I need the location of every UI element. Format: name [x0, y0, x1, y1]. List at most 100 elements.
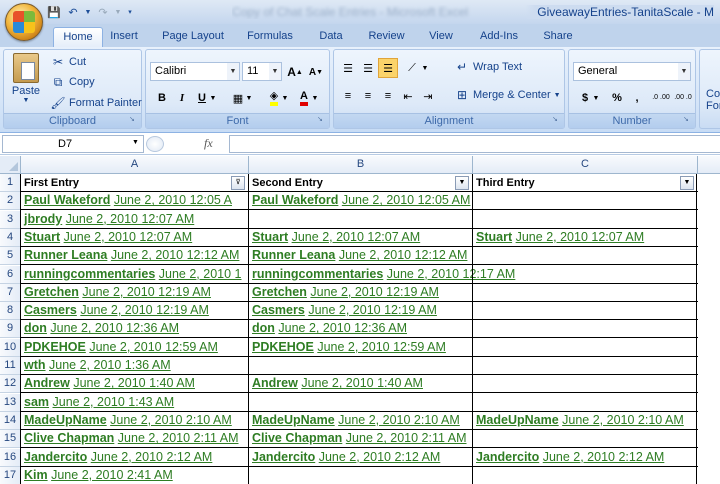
filter-dropdown-c-icon[interactable]: ▼ — [680, 176, 694, 190]
entry-name[interactable]: Andrew — [24, 376, 70, 390]
entry-name[interactable]: PDKEHOE — [252, 340, 314, 354]
number-dialog-launcher-icon[interactable]: ↘ — [683, 116, 692, 125]
entry-date[interactable]: June 2, 2010 12:19 AM — [82, 285, 211, 299]
entry-name[interactable]: Casmers — [24, 303, 77, 317]
entry-cell[interactable]: runningcommentaries June 2, 2010 1 — [21, 266, 241, 284]
entry-name[interactable]: don — [24, 321, 47, 335]
row-header-9[interactable]: 9 — [0, 320, 21, 339]
font-size-combo[interactable]: 11 ▼ — [242, 62, 282, 81]
increase-decimal-button[interactable]: .0 .00 — [651, 88, 671, 108]
entry-date[interactable]: June 2, 2010 12:05 A — [114, 193, 232, 207]
entry-name[interactable]: Stuart — [476, 230, 512, 244]
entry-cell[interactable]: Stuart June 2, 2010 12:07 AM — [473, 229, 644, 247]
font-name-combo[interactable]: Calibri ▼ — [150, 62, 240, 81]
entry-cell[interactable]: jbrody June 2, 2010 12:07 AM — [21, 211, 194, 229]
currency-dropdown-icon[interactable]: ▼ — [591, 88, 601, 108]
entry-date[interactable]: June 2, 2010 12:07 AM — [64, 230, 193, 244]
align-left-icon[interactable]: ≡ — [338, 86, 358, 106]
increase-indent-icon[interactable]: ⇥ — [418, 86, 438, 106]
entry-cell[interactable]: Gretchen June 2, 2010 12:19 AM — [249, 284, 439, 302]
entry-date[interactable]: June 2, 2010 12:12 AM — [111, 248, 240, 262]
paste-button[interactable]: Paste ▼ — [8, 53, 44, 104]
entry-cell[interactable]: Paul Wakeford June 2, 2010 12:05 A — [21, 192, 232, 210]
entry-name[interactable]: Kim — [24, 468, 48, 482]
entry-date[interactable]: June 2, 2010 2:12 AM — [319, 450, 441, 464]
filter-dropdown-a-icon[interactable]: ⊽ — [231, 176, 245, 190]
entry-name[interactable]: MadeUpName — [252, 413, 335, 427]
column-header-c[interactable]: C — [473, 156, 698, 174]
copy-button[interactable]: ⧉ Copy — [50, 74, 95, 90]
merge-center-button[interactable]: ⊞ Merge & Center ▼ — [454, 87, 561, 103]
entry-name[interactable]: Jandercito — [476, 450, 539, 464]
entry-name[interactable]: Gretchen — [24, 285, 79, 299]
entry-date[interactable]: June 2, 2010 2:10 AM — [338, 413, 460, 427]
row-header-2[interactable]: 2 — [0, 192, 21, 211]
entry-name[interactable]: jbrody — [24, 212, 62, 226]
row-header-7[interactable]: 7 — [0, 283, 21, 302]
row-header-10[interactable]: 10 — [0, 338, 21, 357]
entry-cell[interactable]: Casmers June 2, 2010 12:19 AM — [249, 302, 437, 320]
entry-date[interactable]: June 2, 2010 12:59 AM — [317, 340, 446, 354]
entry-name[interactable]: Runner Leana — [252, 248, 335, 262]
entry-date[interactable]: June 2, 2010 12:59 AM — [89, 340, 218, 354]
shrink-font-button[interactable]: A ▼ — [306, 62, 326, 82]
entry-date[interactable]: June 2, 2010 1:43 AM — [53, 395, 175, 409]
entry-date[interactable]: June 2, 2010 1:36 AM — [49, 358, 171, 372]
entry-cell[interactable]: don June 2, 2010 12:36 AM — [21, 320, 179, 338]
entry-name[interactable]: Jandercito — [252, 450, 315, 464]
save-icon[interactable]: 💾 — [46, 4, 62, 20]
entry-name[interactable]: Casmers — [252, 303, 305, 317]
column-header-b[interactable]: B — [249, 156, 473, 174]
entry-cell[interactable]: sam June 2, 2010 1:43 AM — [21, 394, 174, 412]
row-header-1[interactable]: 1 — [0, 174, 21, 192]
insert-function-icon[interactable]: fx — [204, 136, 213, 151]
entry-cell[interactable]: Stuart June 2, 2010 12:07 AM — [249, 229, 420, 247]
conditional-formatting-button[interactable]: Co For — [706, 88, 720, 112]
entry-name[interactable]: Stuart — [252, 230, 288, 244]
tab-share[interactable]: Share — [538, 27, 578, 47]
entry-name[interactable]: MadeUpName — [24, 413, 107, 427]
tab-review[interactable]: Review — [364, 27, 409, 47]
entry-cell[interactable]: PDKEHOE June 2, 2010 12:59 AM — [21, 339, 218, 357]
orientation-icon[interactable]: ⟋ — [402, 58, 422, 78]
entry-name[interactable]: wth — [24, 358, 46, 372]
row-header-6[interactable]: 6 — [0, 265, 21, 284]
entry-date[interactable]: June 2, 2010 12:07 AM — [66, 212, 195, 226]
underline-dropdown-icon[interactable]: ▼ — [208, 88, 218, 108]
entry-date[interactable]: June 2, 2010 12:19 AM — [80, 303, 209, 317]
row-header-5[interactable]: 5 — [0, 247, 21, 266]
entry-name[interactable]: Jandercito — [24, 450, 87, 464]
wrap-text-button[interactable]: ↵ Wrap Text — [454, 59, 522, 75]
entry-cell[interactable]: MadeUpName June 2, 2010 2:10 AM — [249, 412, 460, 430]
entry-cell[interactable]: PDKEHOE June 2, 2010 12:59 AM — [249, 339, 446, 357]
entry-date[interactable]: June 2, 2010 1 — [159, 267, 242, 281]
row-header-11[interactable]: 11 — [0, 357, 21, 375]
entry-cell[interactable]: Clive Chapman June 2, 2010 2:11 AM — [21, 430, 239, 448]
entry-cell[interactable]: Kim June 2, 2010 2:41 AM — [21, 467, 173, 484]
spreadsheet-grid[interactable]: A B C 1 First Entry ⊽ Second Entry ▼ Third En… — [0, 156, 720, 484]
formula-input[interactable] — [229, 135, 720, 153]
name-box[interactable]: D7 — [2, 135, 144, 153]
entry-name[interactable]: sam — [24, 395, 49, 409]
row-header-17[interactable]: 17 — [0, 466, 21, 484]
number-format-combo[interactable]: General ▼ — [573, 62, 691, 81]
entry-name[interactable]: don — [252, 321, 275, 335]
entry-cell[interactable]: MadeUpName June 2, 2010 2:10 AM — [21, 412, 232, 430]
entry-name[interactable]: Paul Wakeford — [252, 193, 338, 207]
column-header-a[interactable]: A — [21, 156, 249, 174]
tab-home[interactable]: Home — [53, 27, 103, 47]
entry-cell[interactable]: runningcommentaries June 2, 2010 12:17 A… — [249, 266, 515, 284]
entry-date[interactable]: June 2, 2010 1:40 AM — [73, 376, 195, 390]
align-bottom-icon[interactable]: ☰ — [378, 58, 398, 78]
tab-data[interactable]: Data — [314, 27, 348, 47]
row-header-12[interactable]: 12 — [0, 375, 21, 394]
entry-date[interactable]: June 2, 2010 2:11 AM — [346, 431, 467, 445]
entry-name[interactable]: Stuart — [24, 230, 60, 244]
entry-cell[interactable]: MadeUpName June 2, 2010 2:10 AM — [473, 412, 684, 430]
row-header-8[interactable]: 8 — [0, 302, 21, 321]
font-dialog-launcher-icon[interactable]: ↘ — [317, 116, 326, 125]
row-header-3[interactable]: 3 — [0, 210, 21, 229]
entry-name[interactable]: Paul Wakeford — [24, 193, 110, 207]
row-header-4[interactable]: 4 — [0, 228, 21, 247]
clipboard-dialog-launcher-icon[interactable]: ↘ — [129, 116, 138, 125]
